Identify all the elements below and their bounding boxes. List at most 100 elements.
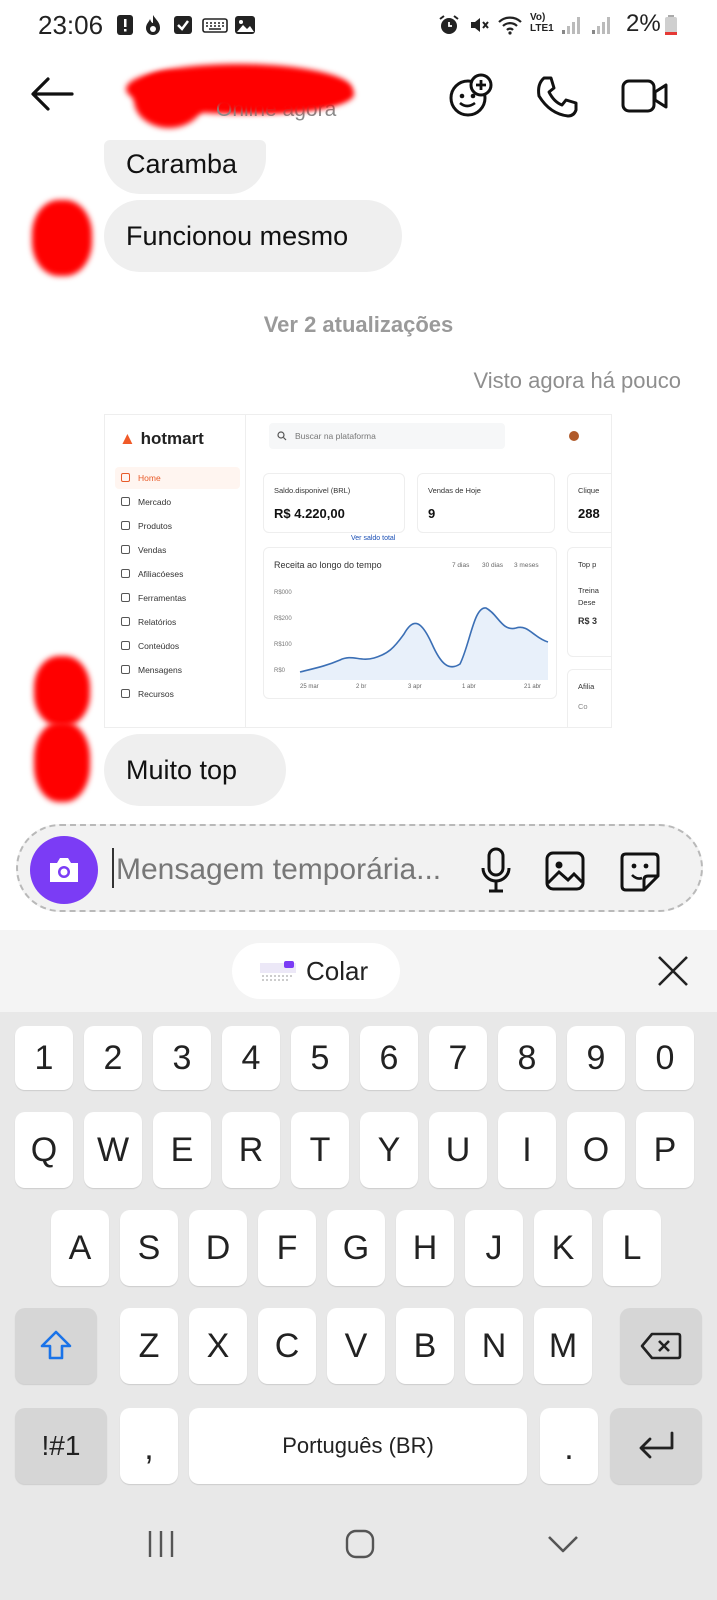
key-g[interactable]: G	[327, 1210, 385, 1286]
key-4[interactable]: 4	[222, 1026, 280, 1090]
enter-key[interactable]	[610, 1408, 702, 1484]
home-icon	[121, 473, 130, 482]
shift-key[interactable]	[15, 1308, 97, 1384]
paste-button[interactable]: Colar	[232, 943, 400, 999]
shared-image[interactable]: ▲ hotmart Buscar na plataforma Home Merc…	[104, 414, 612, 728]
clipboard-preview-icon	[260, 961, 296, 981]
comma-key[interactable]: ,	[120, 1408, 178, 1484]
symbols-key[interactable]: !#1	[15, 1408, 107, 1484]
message-bubble[interactable]: Funcionou mesmo	[104, 200, 402, 272]
alert-icon	[117, 15, 133, 35]
key-z[interactable]: Z	[120, 1308, 178, 1384]
key-u[interactable]: U	[429, 1112, 487, 1188]
range-3-months: 3 meses	[514, 562, 539, 569]
key-7[interactable]: 7	[429, 1026, 487, 1090]
space-key[interactable]: Português (BR)	[189, 1408, 527, 1484]
balance-value: R$ 4.220,00	[274, 506, 345, 521]
video-call-icon[interactable]	[620, 76, 670, 116]
key-a[interactable]: A	[51, 1210, 109, 1286]
content-icon	[121, 641, 130, 650]
signal-2-icon	[592, 17, 610, 34]
key-r[interactable]: R	[222, 1112, 280, 1188]
back-button-icon[interactable]	[546, 1534, 580, 1554]
key-x[interactable]: X	[189, 1308, 247, 1384]
gallery-icon[interactable]	[544, 850, 586, 892]
key-m[interactable]: M	[534, 1308, 592, 1384]
keyboard-icon	[202, 18, 228, 33]
keyboard: 1 2 3 4 5 6 7 8 9 0 Q W E R T Y U I O P …	[0, 1012, 717, 1510]
key-9[interactable]: 9	[567, 1026, 625, 1090]
redacted-contact-avatar[interactable]	[134, 72, 204, 128]
key-n[interactable]: N	[465, 1308, 523, 1384]
key-3[interactable]: 3	[153, 1026, 211, 1090]
wifi-icon	[498, 16, 522, 35]
message-bubble[interactable]: Caramba	[104, 140, 266, 194]
nav-item-label: Ferramentas	[138, 593, 187, 603]
battery-percentage: 2%	[626, 10, 661, 37]
x-tick: 3 apr	[408, 684, 422, 690]
home-button-icon[interactable]	[344, 1528, 376, 1560]
balance-label: Saldo.disponivel (BRL)	[274, 486, 351, 495]
phone-icon[interactable]	[534, 74, 580, 120]
key-t[interactable]: T	[291, 1112, 349, 1188]
fire-icon	[146, 15, 160, 35]
avatar	[569, 431, 579, 441]
key-f[interactable]: F	[258, 1210, 316, 1286]
sales-icon	[121, 545, 130, 554]
key-i[interactable]: I	[498, 1112, 556, 1188]
sticker-icon[interactable]	[618, 850, 662, 894]
nav-item-mercado: Mercado	[121, 497, 171, 507]
message-bubble[interactable]: Muito top	[104, 734, 286, 806]
clicks-label: Clique	[578, 486, 600, 495]
key-l[interactable]: L	[603, 1210, 661, 1286]
message-input[interactable]	[116, 850, 456, 890]
nav-item-label: Vendas	[138, 545, 167, 555]
key-d[interactable]: D	[189, 1210, 247, 1286]
microphone-icon[interactable]	[478, 846, 514, 894]
backspace-key[interactable]	[620, 1308, 702, 1384]
key-5[interactable]: 5	[291, 1026, 349, 1090]
x-tick: 25 mar	[300, 684, 319, 690]
status-bar: 23:06 Vo) LTE1 2%	[0, 0, 717, 50]
key-o[interactable]: O	[567, 1112, 625, 1188]
recent-apps-icon[interactable]	[146, 1528, 176, 1560]
revenue-chart-card: Receita ao longo do tempo 7 dias 30 dias…	[263, 547, 557, 699]
period-key[interactable]: .	[540, 1408, 598, 1484]
nav-item-afiliacoes: Afiliacóeses	[121, 569, 183, 579]
nav-item-ferramentas: Ferramentas	[121, 593, 186, 603]
battery-icon	[665, 15, 677, 35]
updates-link[interactable]: Ver 2 atualizações	[0, 312, 717, 338]
camera-button[interactable]	[30, 836, 98, 904]
key-8[interactable]: 8	[498, 1026, 556, 1090]
messages-icon	[121, 665, 130, 674]
clicks-value: 288	[578, 506, 600, 521]
nav-item-vendas: Vendas	[121, 545, 166, 555]
key-v[interactable]: V	[327, 1308, 385, 1384]
back-arrow-icon[interactable]	[30, 76, 74, 112]
key-p[interactable]: P	[636, 1112, 694, 1188]
key-w[interactable]: W	[84, 1112, 142, 1188]
key-c[interactable]: C	[258, 1308, 316, 1384]
key-1[interactable]: 1	[15, 1026, 73, 1090]
y-tick: R$100	[274, 642, 292, 648]
range-30-days: 30 dias	[482, 562, 503, 569]
key-j[interactable]: J	[465, 1210, 523, 1286]
key-2[interactable]: 2	[84, 1026, 142, 1090]
key-e[interactable]: E	[153, 1112, 211, 1188]
sales-value: 9	[428, 506, 436, 521]
nav-item-label: Home	[138, 473, 161, 483]
key-k[interactable]: K	[534, 1210, 592, 1286]
chart-title: Receita ao longo do tempo	[274, 560, 382, 570]
add-effects-icon[interactable]	[446, 72, 494, 120]
sales-card: Vendas de Hoje 9	[417, 473, 555, 533]
key-0[interactable]: 0	[636, 1026, 694, 1090]
key-b[interactable]: B	[396, 1308, 454, 1384]
nav-item-recursos: Recursos	[121, 689, 174, 699]
key-q[interactable]: Q	[15, 1112, 73, 1188]
close-icon[interactable]	[656, 954, 690, 988]
key-6[interactable]: 6	[360, 1026, 418, 1090]
affiliates-icon	[121, 569, 130, 578]
key-s[interactable]: S	[120, 1210, 178, 1286]
key-y[interactable]: Y	[360, 1112, 418, 1188]
key-h[interactable]: H	[396, 1210, 454, 1286]
